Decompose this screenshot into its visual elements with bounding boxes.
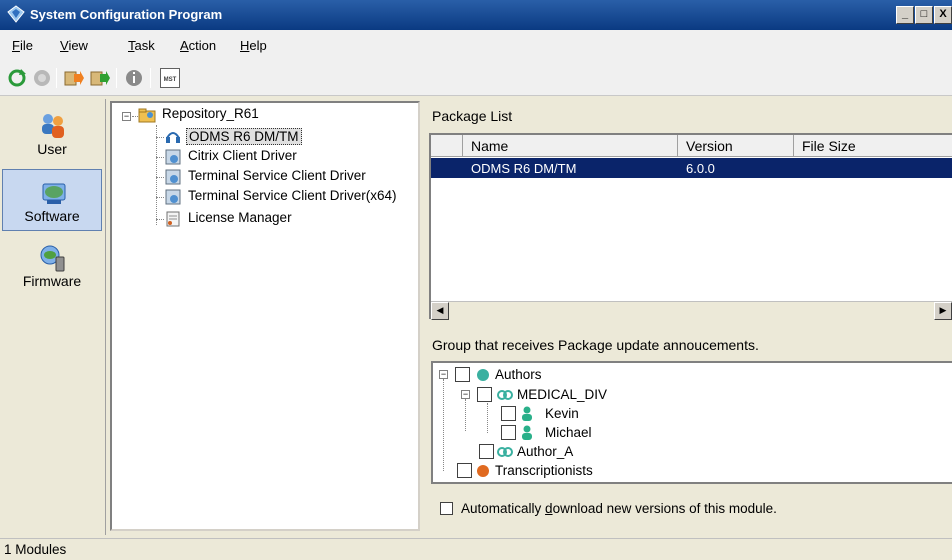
group-icon	[497, 390, 513, 400]
menu-bar: File View Task Action Help	[0, 30, 952, 60]
nav-user-label: User	[37, 141, 67, 157]
software-icon	[42, 183, 66, 204]
checkbox-kevin[interactable]	[501, 406, 516, 421]
toolbar-separator	[56, 68, 57, 88]
status-text: 1 Modules	[4, 542, 67, 557]
firmware-icon	[40, 245, 65, 272]
collapse-toggle[interactable]: −	[439, 370, 448, 379]
minimize-button[interactable]: _	[896, 6, 914, 24]
checkbox-medical-div[interactable]	[477, 387, 492, 402]
tree-line	[156, 137, 164, 138]
transcriptionists-group-icon	[477, 465, 489, 477]
collapse-toggle[interactable]: −	[461, 390, 470, 399]
auto-download-label: Automatically	[461, 501, 546, 516]
tree-item-label: ODMS R6 DM/TM	[186, 128, 302, 145]
column-header-version[interactable]: Version	[678, 135, 794, 157]
table-row[interactable]: ODMS R6 DM/TM 6.0.0	[431, 158, 952, 178]
users-icon	[42, 114, 64, 138]
auto-download-mnemonic: d	[545, 501, 553, 516]
menu-task[interactable]: Task	[128, 38, 155, 53]
nav-software[interactable]: Software	[2, 169, 102, 231]
tree-item-label: Terminal Service Client Driver(x64)	[188, 188, 397, 203]
tree-line	[156, 219, 164, 220]
close-button[interactable]: X	[934, 6, 952, 24]
menu-action[interactable]: Action	[180, 38, 216, 53]
nav-software-label: Software	[24, 208, 80, 224]
authors-group-icon	[477, 369, 489, 381]
column-header-blank	[431, 135, 463, 157]
column-header-name[interactable]: Name	[463, 135, 678, 157]
auto-download-checkbox[interactable]	[440, 502, 453, 515]
tree-line	[443, 379, 444, 471]
nav-user[interactable]: User	[2, 103, 102, 165]
headset-icon	[166, 132, 180, 143]
tree-line	[156, 197, 164, 198]
group-node-kevin[interactable]: Kevin	[545, 406, 579, 425]
tree-line	[156, 177, 164, 178]
auto-download-option[interactable]: Automatically download new versions of t…	[440, 501, 777, 516]
group-title: Group that receives Package update annou…	[432, 337, 759, 353]
group-node-michael[interactable]: Michael	[545, 425, 592, 444]
disabled-icon[interactable]	[32, 68, 52, 88]
tree-line	[487, 403, 488, 433]
nav-firmware[interactable]: Firmware	[2, 235, 102, 305]
status-bar: 1 Modules	[0, 538, 952, 560]
checkbox-michael[interactable]	[501, 425, 516, 440]
checkbox-author-a[interactable]	[479, 444, 494, 459]
tree-item-label: License Manager	[188, 210, 292, 225]
menu-help[interactable]: Help	[240, 38, 267, 53]
package-list[interactable]: Name Version File Size ODMS R6 DM/TM 6.0…	[429, 133, 952, 320]
auto-download-label-rest: ownload new versions of this module.	[552, 501, 777, 516]
checkbox-authors[interactable]	[455, 367, 470, 382]
toolbar-separator	[150, 68, 151, 88]
group-node-author-a[interactable]: Author_A	[517, 444, 573, 463]
driver-icon	[165, 189, 181, 205]
license-icon	[166, 211, 180, 227]
tree-line	[465, 399, 466, 431]
package-list-title: Package List	[432, 108, 513, 124]
title-bar: System Configuration Program _ □ X	[0, 0, 952, 30]
driver-icon	[165, 169, 181, 185]
tree-line	[156, 157, 164, 158]
maximize-button[interactable]: □	[915, 6, 933, 24]
user-icon	[522, 425, 532, 440]
mst-icon[interactable]: MST	[160, 68, 180, 88]
cell-version: 6.0.0	[686, 161, 715, 176]
toolbar: MST	[0, 60, 952, 96]
tree-item-label: Citrix Client Driver	[188, 148, 297, 163]
scroll-left-button[interactable]: ◀	[431, 302, 449, 320]
left-nav: User Software Firmware	[0, 99, 106, 535]
window-title: System Configuration Program	[30, 7, 223, 22]
scroll-right-button[interactable]: ▶	[934, 302, 952, 320]
repository-icon	[138, 108, 156, 123]
group-tree[interactable]: − Authors − MEDICAL_DIV Kevin Michael Au…	[431, 361, 952, 484]
horizontal-scrollbar[interactable]: ◀ ▶	[431, 301, 952, 320]
menu-view[interactable]: View	[60, 38, 88, 53]
app-icon	[7, 5, 25, 23]
nav-firmware-label: Firmware	[22, 273, 82, 289]
repository-tree[interactable]: − Repository_R61 ODMS R6 DM/TM Citrix Cl…	[110, 101, 420, 531]
group-node-transcriptionists[interactable]: Transcriptionists	[495, 463, 593, 482]
column-header-file-size[interactable]: File Size	[794, 135, 952, 157]
checkbox-transcriptionists[interactable]	[457, 463, 472, 478]
group-node-medical-div[interactable]: MEDICAL_DIV	[517, 387, 607, 406]
user-icon	[522, 406, 532, 421]
info-icon[interactable]	[124, 68, 144, 88]
import-icon[interactable]	[64, 68, 84, 88]
group-icon	[497, 447, 513, 457]
tree-root-label: Repository_R61	[162, 106, 259, 121]
toolbar-separator	[116, 68, 117, 88]
group-node-authors[interactable]: Authors	[495, 367, 542, 386]
collapse-toggle[interactable]: −	[122, 112, 131, 121]
menu-file[interactable]: File	[12, 38, 33, 53]
export-icon[interactable]	[90, 68, 110, 88]
tree-item-label: Terminal Service Client Driver	[188, 168, 366, 183]
refresh-icon[interactable]	[7, 68, 27, 88]
cell-name: ODMS R6 DM/TM	[471, 161, 577, 176]
driver-icon	[165, 149, 181, 165]
tree-line	[156, 125, 157, 225]
